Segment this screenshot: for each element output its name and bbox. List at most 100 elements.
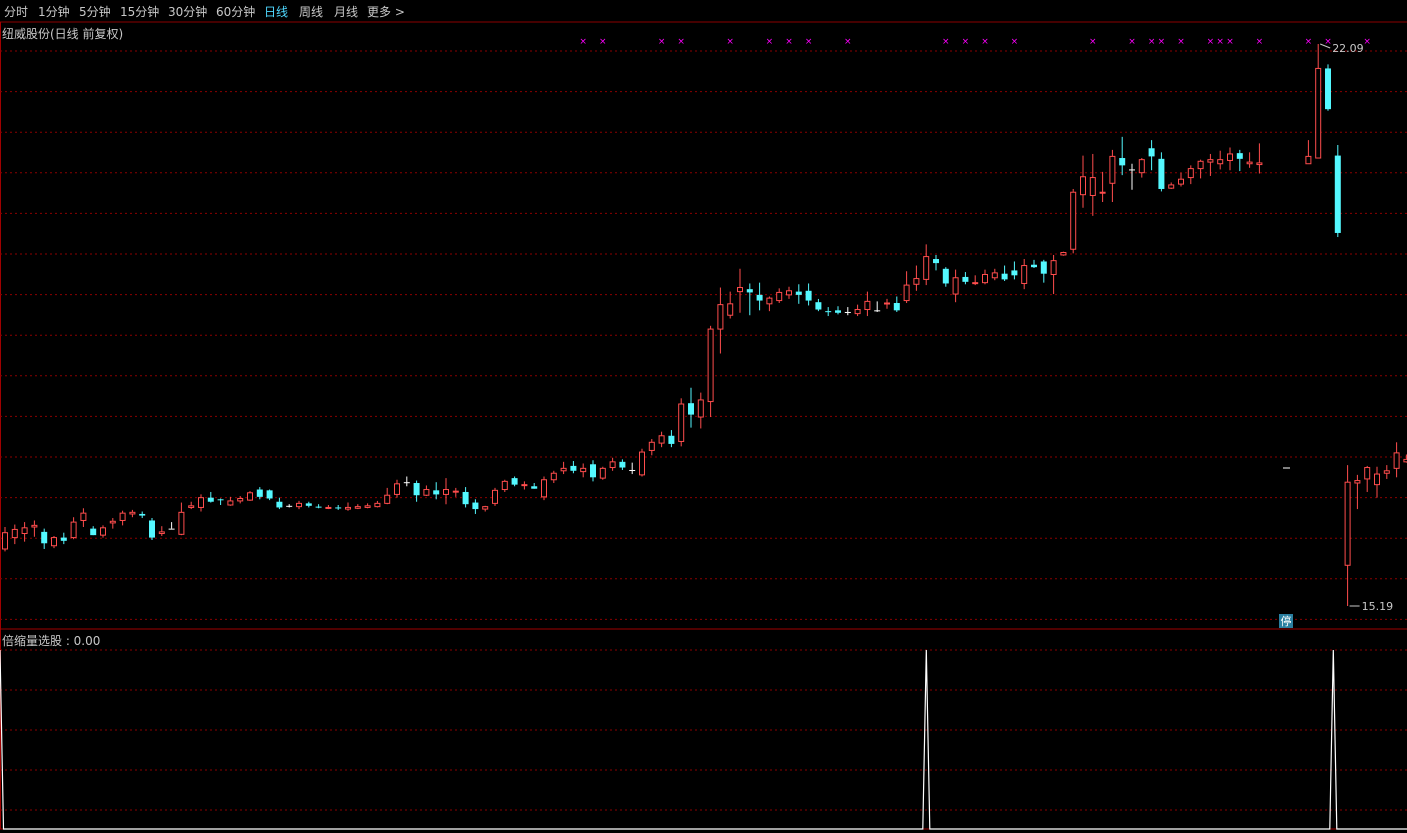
- candle-body: [452, 490, 459, 493]
- candle-body: [678, 403, 685, 442]
- candle-body: [31, 524, 38, 528]
- stop-badge: 停: [1281, 614, 1292, 628]
- candle-body: [158, 531, 165, 535]
- candle-body: [541, 479, 547, 498]
- candle-body: [482, 506, 489, 510]
- candle-body: [619, 461, 626, 468]
- candle-body: [100, 527, 106, 536]
- candle-body: [844, 311, 851, 313]
- candle-body: [560, 467, 567, 472]
- candle-body: [119, 512, 126, 521]
- candle-body: [1060, 252, 1067, 256]
- candle-body: [717, 304, 724, 330]
- candle-body: [364, 505, 371, 508]
- candle-body: [305, 503, 312, 506]
- limit-marker: ×: [1128, 37, 1136, 47]
- candle-body: [1178, 178, 1184, 185]
- candle-body: [1207, 159, 1214, 163]
- candle-body: [1256, 162, 1263, 166]
- candle-body: [913, 278, 920, 285]
- candle-body: [168, 528, 175, 530]
- candle-body: [531, 486, 538, 489]
- candle-body: [1393, 452, 1400, 469]
- low-label: 15.19: [1362, 600, 1394, 613]
- limit-marker: ×: [1207, 37, 1215, 47]
- candle-body: [217, 499, 224, 501]
- candle-body: [903, 284, 910, 302]
- limit-marker: ×: [1089, 37, 1097, 47]
- candle-body: [1374, 473, 1380, 486]
- candle-body: [1305, 155, 1312, 165]
- limit-marker: ×: [962, 37, 970, 47]
- candle-body: [737, 287, 743, 293]
- candle-body: [1325, 68, 1331, 110]
- candle-body: [472, 502, 479, 510]
- candle-body: [795, 291, 802, 295]
- candle-body: [51, 537, 57, 547]
- candle-body: [609, 461, 616, 469]
- candle-body: [991, 272, 998, 279]
- candle-body: [247, 492, 253, 501]
- candle-body: [60, 537, 67, 541]
- candle-body: [315, 506, 322, 508]
- candle-body: [80, 512, 87, 521]
- candle-body: [1344, 481, 1351, 566]
- limit-marker: ×: [785, 37, 793, 47]
- candle-body: [325, 506, 332, 509]
- candle-body: [1168, 184, 1175, 189]
- candle-body: [384, 494, 391, 504]
- candle-body: [766, 297, 773, 305]
- candle-body: [874, 310, 881, 312]
- candle-body: [688, 403, 694, 415]
- limit-marker: ×: [1226, 37, 1234, 47]
- limit-marker: ×: [726, 37, 734, 47]
- limit-marker: ×: [677, 37, 685, 47]
- limit-marker: ×: [599, 37, 607, 47]
- candle-body: [1011, 270, 1018, 276]
- candle-body: [590, 464, 596, 478]
- candle-body: [1354, 480, 1361, 484]
- candle-body: [1050, 260, 1057, 276]
- candle-body: [933, 259, 939, 264]
- candle-body: [443, 489, 449, 495]
- candle-body: [207, 497, 214, 502]
- candle-body: [1197, 160, 1204, 170]
- candle-body: [982, 274, 988, 284]
- candle-body: [433, 490, 440, 495]
- limit-marker: ×: [1305, 37, 1313, 47]
- kline-chart: × × × × × × × × × × × × × × × × × × × × × × × × ×22.0915.19停: [0, 21, 1407, 830]
- candle-body: [658, 435, 665, 444]
- candle-body: [550, 472, 557, 481]
- candle-body: [198, 497, 204, 508]
- candle-body: [149, 520, 155, 538]
- limit-marker: ×: [1256, 37, 1264, 47]
- candle-body: [786, 290, 792, 296]
- candle-body: [835, 310, 841, 313]
- candle-body: [1099, 191, 1106, 194]
- candle-body: [403, 482, 410, 484]
- candle-body: [668, 435, 675, 444]
- candle-body: [1040, 261, 1047, 274]
- candle-body: [1109, 155, 1116, 184]
- candle-body: [462, 491, 469, 505]
- limit-marker: ×: [844, 37, 852, 47]
- candle-body: [1129, 169, 1135, 171]
- candle-body: [21, 527, 28, 535]
- candle-body: [884, 302, 890, 305]
- candle-body: [1021, 265, 1028, 284]
- candle-body: [697, 399, 704, 418]
- candle-body: [188, 505, 195, 508]
- candle-body: [1364, 467, 1371, 480]
- candle-body: [815, 302, 822, 310]
- limit-marker: ×: [1216, 37, 1224, 47]
- limit-marker: ×: [805, 37, 813, 47]
- candle-body: [776, 291, 783, 302]
- candle-body: [1236, 153, 1243, 159]
- candle-body: [374, 502, 381, 508]
- candle-body: [923, 256, 930, 280]
- candle-body: [11, 528, 18, 539]
- candle-body: [227, 500, 234, 506]
- candle-body: [825, 311, 832, 313]
- candle-body: [639, 451, 645, 476]
- candle-body: [1383, 470, 1390, 474]
